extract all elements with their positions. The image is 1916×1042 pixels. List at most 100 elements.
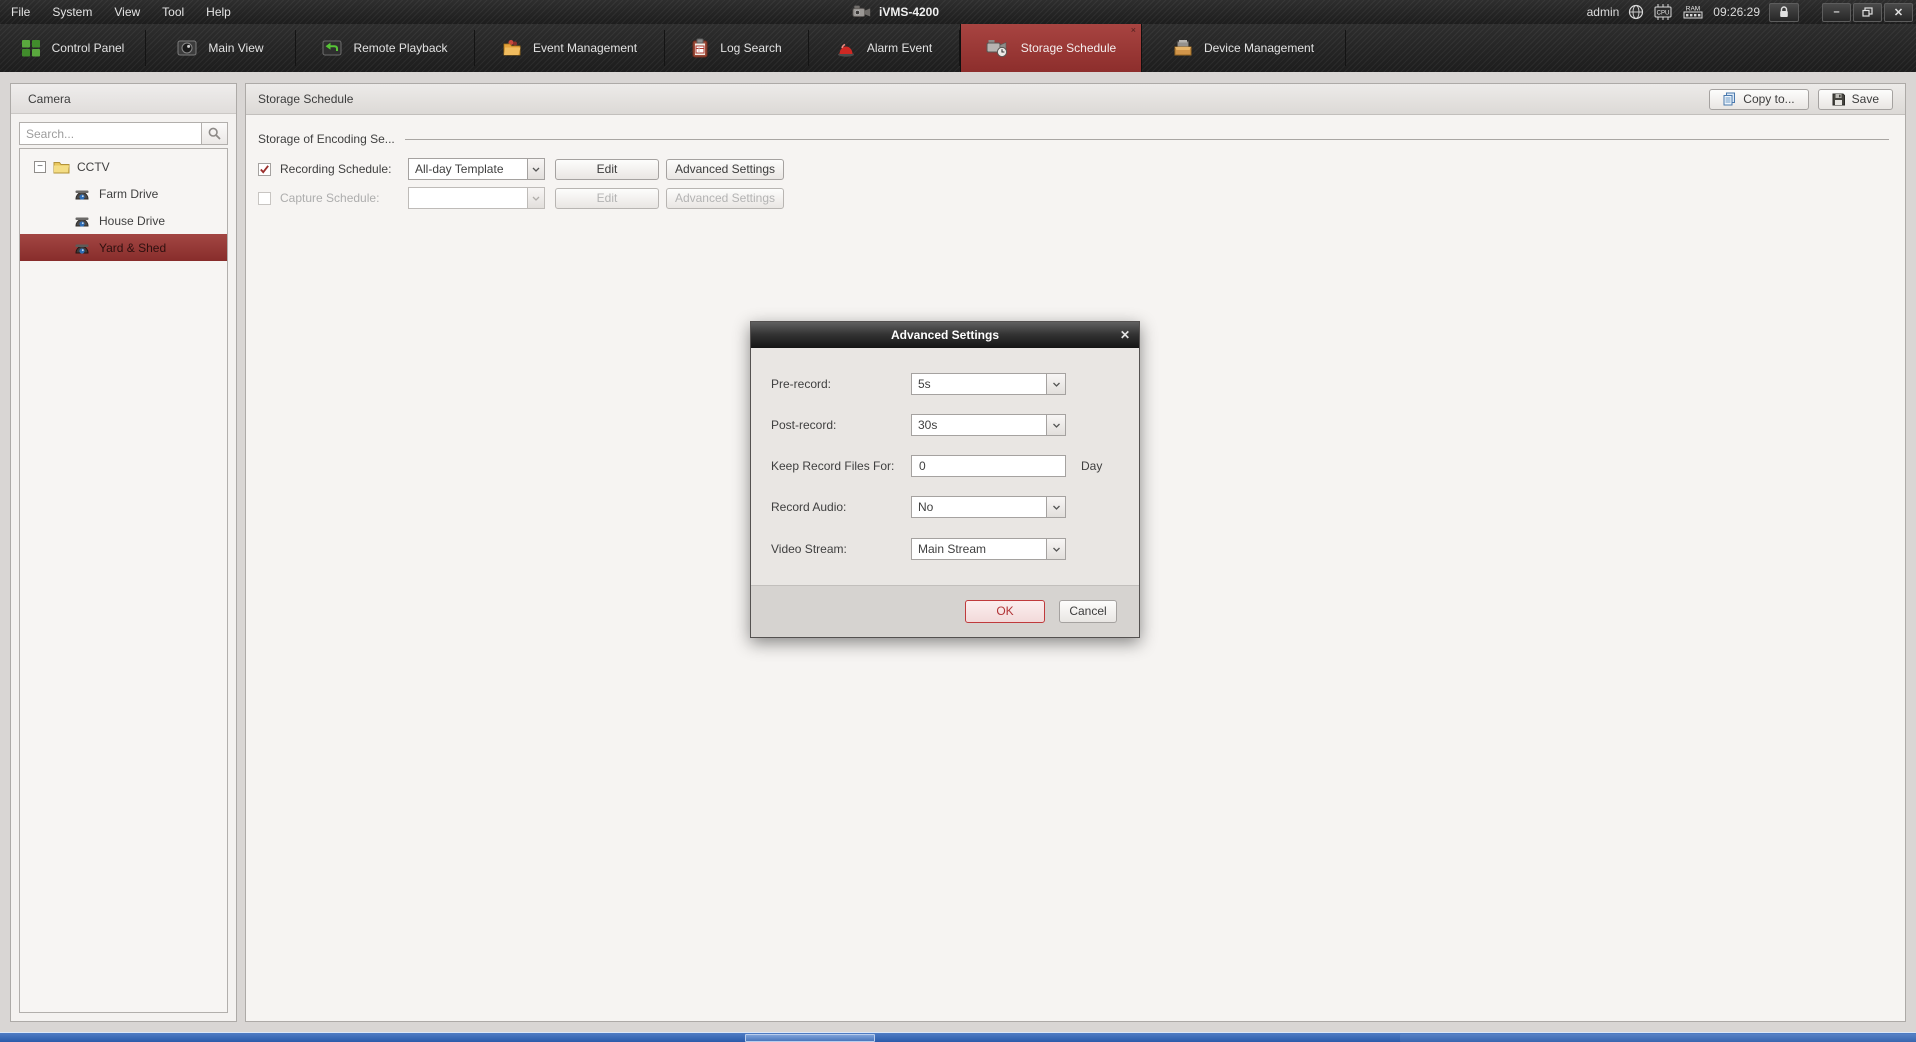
menu-system[interactable]: System: [41, 0, 103, 24]
post-record-value: 30s: [912, 415, 1046, 435]
close-window-button[interactable]: ✕: [1884, 3, 1913, 22]
capture-schedule-row: Capture Schedule: Edit Advanced Settings: [246, 187, 1905, 209]
logged-in-user: admin: [1587, 5, 1620, 19]
cancel-button[interactable]: Cancel: [1059, 600, 1117, 623]
recording-schedule-row: Recording Schedule: All-day Template Edi…: [246, 158, 1905, 180]
record-audio-select[interactable]: No: [911, 496, 1066, 518]
chevron-down-icon[interactable]: [527, 159, 544, 179]
remote-playback-icon: [322, 38, 342, 58]
tab-main-view[interactable]: Main View: [146, 24, 295, 72]
chevron-down-icon[interactable]: [1046, 497, 1065, 517]
ram-icon[interactable]: RAM: [1682, 4, 1704, 20]
app-logo-camera-icon: [852, 4, 872, 20]
capture-template-select[interactable]: [408, 187, 545, 209]
save-button[interactable]: Save: [1818, 89, 1893, 110]
dialog-title-bar[interactable]: Advanced Settings ✕: [751, 322, 1139, 348]
tab-log-search[interactable]: Log Search: [665, 24, 808, 72]
save-icon: [1832, 93, 1845, 106]
search-button[interactable]: [201, 122, 228, 145]
camera-item-farm-drive[interactable]: Farm Drive: [20, 180, 227, 207]
dialog-title: Advanced Settings: [891, 328, 999, 342]
taskbar-active-app-button[interactable]: [745, 1034, 875, 1042]
storage-schedule-icon: [986, 38, 1010, 58]
section-title: Storage of Encoding Se...: [258, 132, 395, 146]
menu-view[interactable]: View: [103, 0, 151, 24]
clock-time: 09:26:29: [1713, 5, 1760, 19]
video-stream-label: Video Stream:: [771, 542, 911, 556]
section-divider: [405, 139, 1889, 140]
copy-icon: [1723, 92, 1736, 106]
recording-template-select[interactable]: All-day Template: [408, 158, 545, 180]
collapse-toggle-icon[interactable]: −: [34, 161, 46, 173]
capture-schedule-checkbox[interactable]: [258, 192, 271, 205]
tab-label: Storage Schedule: [1021, 41, 1116, 55]
tab-close-icon[interactable]: ×: [1131, 25, 1136, 35]
recording-schedule-checkbox[interactable]: [258, 163, 271, 176]
recording-schedule-label: Recording Schedule:: [280, 162, 400, 176]
main-tab-bar: Control Panel Main View Remote Playback: [0, 24, 1916, 72]
chevron-down-icon[interactable]: [1046, 415, 1065, 435]
camera-label: House Drive: [99, 214, 165, 228]
ok-button[interactable]: OK: [965, 600, 1045, 623]
tree-node-cctv[interactable]: − CCTV: [20, 153, 227, 180]
recording-advanced-settings-button[interactable]: Advanced Settings: [666, 159, 784, 180]
capture-advanced-settings-button[interactable]: Advanced Settings: [666, 188, 784, 209]
tab-storage-schedule[interactable]: Storage Schedule ×: [960, 24, 1142, 72]
video-stream-select[interactable]: Main Stream: [911, 538, 1066, 560]
camera-label: Yard & Shed: [99, 241, 166, 255]
camera-item-house-drive[interactable]: House Drive: [20, 207, 227, 234]
menu-tool[interactable]: Tool: [151, 0, 195, 24]
svg-text:CPU: CPU: [1657, 11, 1670, 17]
pre-record-value: 5s: [912, 374, 1046, 394]
event-management-icon: [502, 38, 522, 58]
pre-record-select[interactable]: 5s: [911, 373, 1066, 395]
alarm-event-icon: [836, 38, 856, 58]
globe-icon[interactable]: [1628, 4, 1644, 20]
copy-to-button[interactable]: Copy to...: [1709, 89, 1808, 110]
tab-label: Alarm Event: [867, 41, 932, 55]
keep-record-files-input[interactable]: [911, 455, 1066, 477]
tab-event-management[interactable]: Event Management: [475, 24, 664, 72]
minimize-button[interactable]: –: [1822, 3, 1851, 22]
menu-help[interactable]: Help: [195, 0, 242, 24]
tab-device-management[interactable]: Device Management: [1142, 24, 1345, 72]
chevron-down-icon[interactable]: [1046, 539, 1065, 559]
camera-panel: Camera − CCTV: [10, 83, 237, 1022]
search-input[interactable]: [19, 122, 201, 145]
capture-schedule-label: Capture Schedule:: [280, 191, 400, 205]
search-icon: [208, 127, 221, 140]
restore-button[interactable]: [1853, 3, 1882, 22]
recording-template-value: All-day Template: [409, 159, 527, 179]
tab-label: Device Management: [1204, 41, 1314, 55]
keep-record-files-row: Keep Record Files For: Day: [771, 455, 1102, 477]
tab-alarm-event[interactable]: Alarm Event: [809, 24, 959, 72]
menu-bar: File System View Tool Help iVMS-4200 adm…: [0, 0, 1916, 24]
tab-label: Remote Playback: [353, 41, 447, 55]
restore-icon: [1862, 7, 1873, 17]
chevron-down-icon[interactable]: [1046, 374, 1065, 394]
camera-item-yard-and-shed[interactable]: Yard & Shed: [20, 234, 227, 261]
checkmark-icon: [259, 164, 270, 175]
tab-label: Control Panel: [52, 41, 125, 55]
post-record-select[interactable]: 30s: [911, 414, 1066, 436]
tab-separator: [1345, 30, 1346, 66]
record-audio-value: No: [912, 497, 1046, 517]
windows-taskbar[interactable]: [0, 1032, 1916, 1042]
main-view-icon: [177, 38, 197, 58]
recording-edit-button[interactable]: Edit: [555, 159, 659, 180]
camera-icon: [74, 187, 90, 201]
capture-edit-button[interactable]: Edit: [555, 188, 659, 209]
tab-control-panel[interactable]: Control Panel: [0, 24, 145, 72]
lock-button[interactable]: [1769, 3, 1799, 22]
dialog-close-icon[interactable]: ✕: [1120, 322, 1130, 348]
cpu-icon[interactable]: CPU: [1653, 4, 1673, 20]
save-label: Save: [1852, 92, 1879, 106]
tree-node-label: CCTV: [77, 160, 110, 174]
app-title: iVMS-4200: [852, 0, 939, 24]
panel-title: Storage Schedule: [258, 92, 353, 106]
folder-icon: [53, 160, 70, 174]
tab-remote-playback[interactable]: Remote Playback: [296, 24, 474, 72]
menu-file[interactable]: File: [0, 0, 41, 24]
chevron-down-icon[interactable]: [527, 188, 544, 208]
post-record-label: Post-record:: [771, 418, 911, 432]
